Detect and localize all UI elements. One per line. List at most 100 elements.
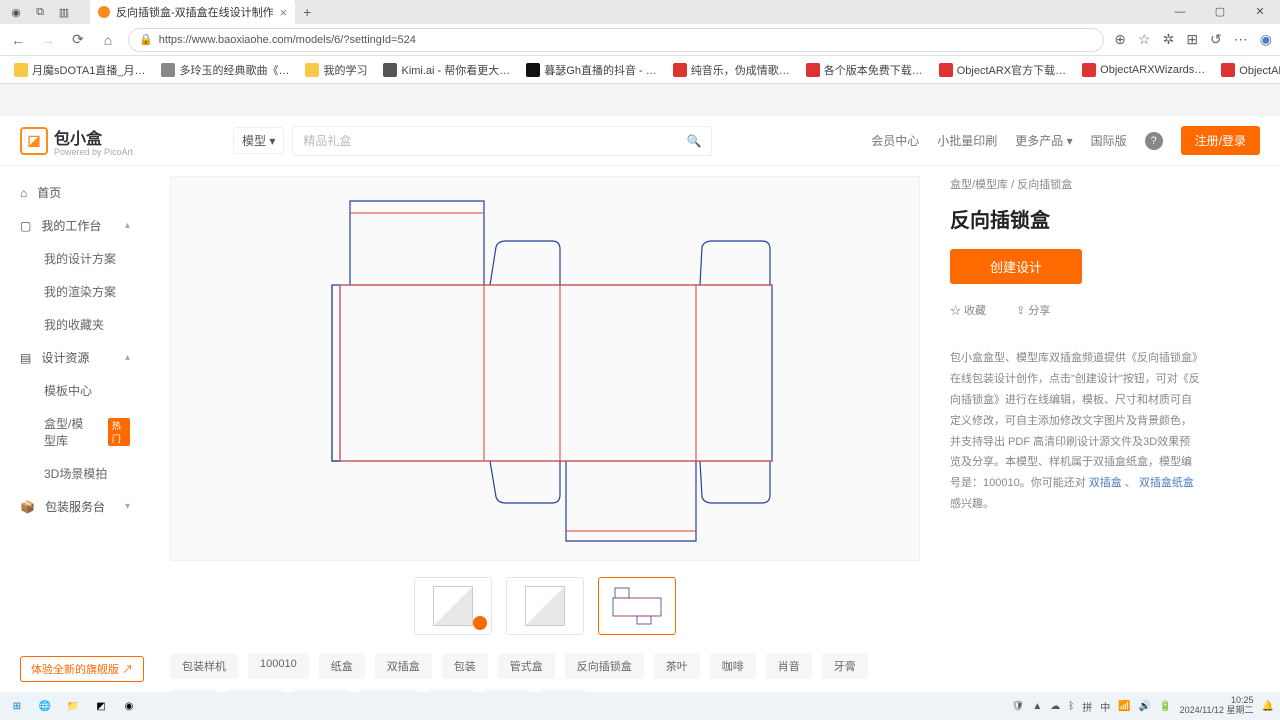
create-design-button[interactable]: 创建设计 <box>950 249 1082 284</box>
tag[interactable]: 包装 <box>442 653 488 679</box>
brand-name: 包小盒 <box>54 125 133 149</box>
max-button[interactable]: ▢ <box>1200 0 1240 24</box>
3d-badge-icon <box>473 616 487 630</box>
nav-member[interactable]: 会员中心 <box>871 132 919 149</box>
bookmark-item[interactable]: ObjectARX官方下载… <box>933 60 1072 80</box>
url-text: https://www.baoxiaohe.com/models/6/?sett… <box>159 34 416 46</box>
extensions-icon[interactable]: ✲ <box>1163 31 1175 48</box>
tray-battery-icon[interactable]: 🔋 <box>1159 701 1171 712</box>
sidebar-workspace[interactable]: ▢我的工作台▴ <box>0 209 150 242</box>
brand-sub: Powered by PicoArt <box>54 147 133 157</box>
tag[interactable]: 咖啡 <box>710 653 756 679</box>
tray-icon[interactable]: ☁ <box>1050 701 1060 712</box>
new-tab-button[interactable]: + <box>295 4 319 20</box>
share-action[interactable]: ⇪ 分享 <box>1016 302 1050 318</box>
translate-icon[interactable]: ⊕ <box>1114 31 1126 48</box>
collections-icon[interactable]: ⊞ <box>1186 31 1198 48</box>
taskbar-app1[interactable]: ◩ <box>90 695 112 717</box>
forward-button: → <box>38 32 58 48</box>
back-button[interactable]: ← <box>8 32 28 48</box>
bookmark-item[interactable]: 我的学习 <box>299 60 373 80</box>
workspaces-icon[interactable]: ⧉ <box>33 5 47 19</box>
nav-intl[interactable]: 国际版 <box>1091 132 1127 149</box>
min-button[interactable]: — <box>1160 0 1200 24</box>
taskbar-edge[interactable]: 🌐 <box>34 695 56 717</box>
favicon-icon <box>98 6 110 18</box>
thumbnail-3d-1[interactable] <box>414 577 492 635</box>
model-selector[interactable]: 模型 ▾ <box>233 127 284 154</box>
tag[interactable]: 100010 <box>248 653 309 679</box>
tag-list: 包装样机 100010 纸盒 双插盒 包装 管式盒 反向插锁盒 茶叶 咖啡 肖音… <box>170 653 920 692</box>
sidebar-my-favorites[interactable]: 我的收藏夹 <box>0 308 150 341</box>
taskbar-app2[interactable]: ◉ <box>118 695 140 717</box>
breadcrumb-link[interactable]: 盒型/模型库 <box>950 179 1008 191</box>
product-title: 反向插锁盒 <box>950 204 1200 233</box>
favorite-icon[interactable]: ☆ <box>1138 31 1151 48</box>
search-icon[interactable]: 🔍 <box>686 134 701 148</box>
home-button[interactable]: ⌂ <box>98 32 118 48</box>
tray-icon[interactable]: 🛡 <box>1012 701 1025 712</box>
sidebar-my-renders[interactable]: 我的渲染方案 <box>0 275 150 308</box>
sidebar-service[interactable]: 📦包装服务台▾ <box>0 490 150 523</box>
tag[interactable]: 反向插锁盒 <box>565 653 644 679</box>
tag[interactable]: 茶叶 <box>654 653 700 679</box>
sidebar-3d-scene[interactable]: 3D场景模拍 <box>0 457 150 490</box>
close-button[interactable]: ✕ <box>1240 0 1280 24</box>
sidebar-my-designs[interactable]: 我的设计方案 <box>0 242 150 275</box>
start-button[interactable]: ⊞ <box>6 695 28 717</box>
sidebar: ⌂首页 ▢我的工作台▴ 我的设计方案 我的渲染方案 我的收藏夹 ▤设计资源▴ 模… <box>0 166 150 692</box>
nav-print[interactable]: 小批量印刷 <box>937 132 997 149</box>
tray-ime-icon[interactable]: 拼 <box>1082 699 1092 714</box>
bookmark-item[interactable]: 月魔sDOTA1直播_月… <box>8 60 151 80</box>
bookmark-item[interactable]: 纯音乐，伪成情歌… <box>667 60 796 80</box>
tray-volume-icon[interactable]: 🔊 <box>1139 701 1151 712</box>
browser-tab[interactable]: 反向插锁盒-双插盒在线设计制作 × <box>90 0 295 26</box>
upgrade-button[interactable]: 体验全新的旗舰版 ↗ <box>20 656 144 682</box>
tag[interactable]: 包装样机 <box>170 653 238 679</box>
profile-icon[interactable]: ◉ <box>9 5 23 19</box>
sidebar-templates[interactable]: 模板中心 <box>0 374 150 407</box>
bookmark-item[interactable]: 各个版本免费下载… <box>800 60 929 80</box>
clock[interactable]: 10:25 2024/11/12 星期二 <box>1180 696 1254 716</box>
tray-ime2-icon[interactable]: 中 <box>1100 699 1110 714</box>
product-description: 包小盒盒型、模型库双插盒频道提供《反向插锁盒》在线包装设计创作，点击"创建设计"… <box>950 348 1200 515</box>
nav-more[interactable]: 更多产品 ▾ <box>1015 132 1072 149</box>
sidebar-model-lib[interactable]: 盒型/模型库热门 <box>0 407 150 457</box>
thumbnail-dieline[interactable] <box>598 577 676 635</box>
bookmark-item[interactable]: Kimi.ai - 帮你看更大… <box>377 60 516 80</box>
link-double-tuck-paper[interactable]: 双插盒纸盒 <box>1139 477 1194 489</box>
refresh-button[interactable]: ⟳ <box>68 31 88 48</box>
link-double-tuck[interactable]: 双插盒 <box>1089 477 1122 489</box>
login-button[interactable]: 注册/登录 <box>1181 126 1260 155</box>
history-icon[interactable]: ↺ <box>1210 31 1222 48</box>
tag[interactable]: 双插盒 <box>375 653 432 679</box>
tag[interactable]: 牙膏 <box>822 653 868 679</box>
sidebar-home[interactable]: ⌂首页 <box>0 176 150 209</box>
tag[interactable]: 肖音 <box>766 653 812 679</box>
taskbar-explorer[interactable]: 📁 <box>62 695 84 717</box>
bookmark-item[interactable]: 暮瑟Gh直播的抖音 - … <box>520 60 662 80</box>
help-icon[interactable]: ? <box>1145 132 1163 150</box>
tray-wifi-icon[interactable]: 📶 <box>1118 701 1130 712</box>
tray-icon[interactable]: ▲ <box>1032 701 1042 712</box>
tag[interactable]: 纸盒 <box>319 653 365 679</box>
tabs-icon[interactable]: ▥ <box>57 5 71 19</box>
address-bar[interactable]: 🔒 https://www.baoxiaohe.com/models/6/?se… <box>128 28 1104 52</box>
tag[interactable]: 管式盒 <box>498 653 555 679</box>
bookmark-item[interactable]: 多玲玉的经典歌曲《… <box>155 60 295 80</box>
bookmark-item[interactable]: ObjectARXWizards… <box>1076 61 1211 79</box>
notifications-icon[interactable]: 🔔 <box>1262 701 1274 712</box>
bookmarks-bar: 月魔sDOTA1直播_月… 多玲玉的经典歌曲《… 我的学习 Kimi.ai - … <box>0 56 1280 84</box>
tab-close-icon[interactable]: × <box>280 5 288 20</box>
search-input[interactable]: 精品礼盒 🔍 <box>292 126 712 156</box>
copilot-icon[interactable]: ◉ <box>1260 31 1272 48</box>
tab-title: 反向插锁盒-双插盒在线设计制作 <box>116 4 274 20</box>
menu-icon[interactable]: ⋯ <box>1234 31 1248 48</box>
logo[interactable]: ◪ 包小盒 Powered by PicoArt <box>20 125 133 157</box>
sidebar-resources[interactable]: ▤设计资源▴ <box>0 341 150 374</box>
favorite-action[interactable]: ☆ 收藏 <box>950 302 986 318</box>
tray-bluetooth-icon[interactable]: ᛒ <box>1068 701 1074 712</box>
thumbnail-3d-2[interactable] <box>506 577 584 635</box>
logo-icon: ◪ <box>20 127 48 155</box>
bookmark-item[interactable]: ObjectARX开发版本… <box>1215 60 1280 80</box>
